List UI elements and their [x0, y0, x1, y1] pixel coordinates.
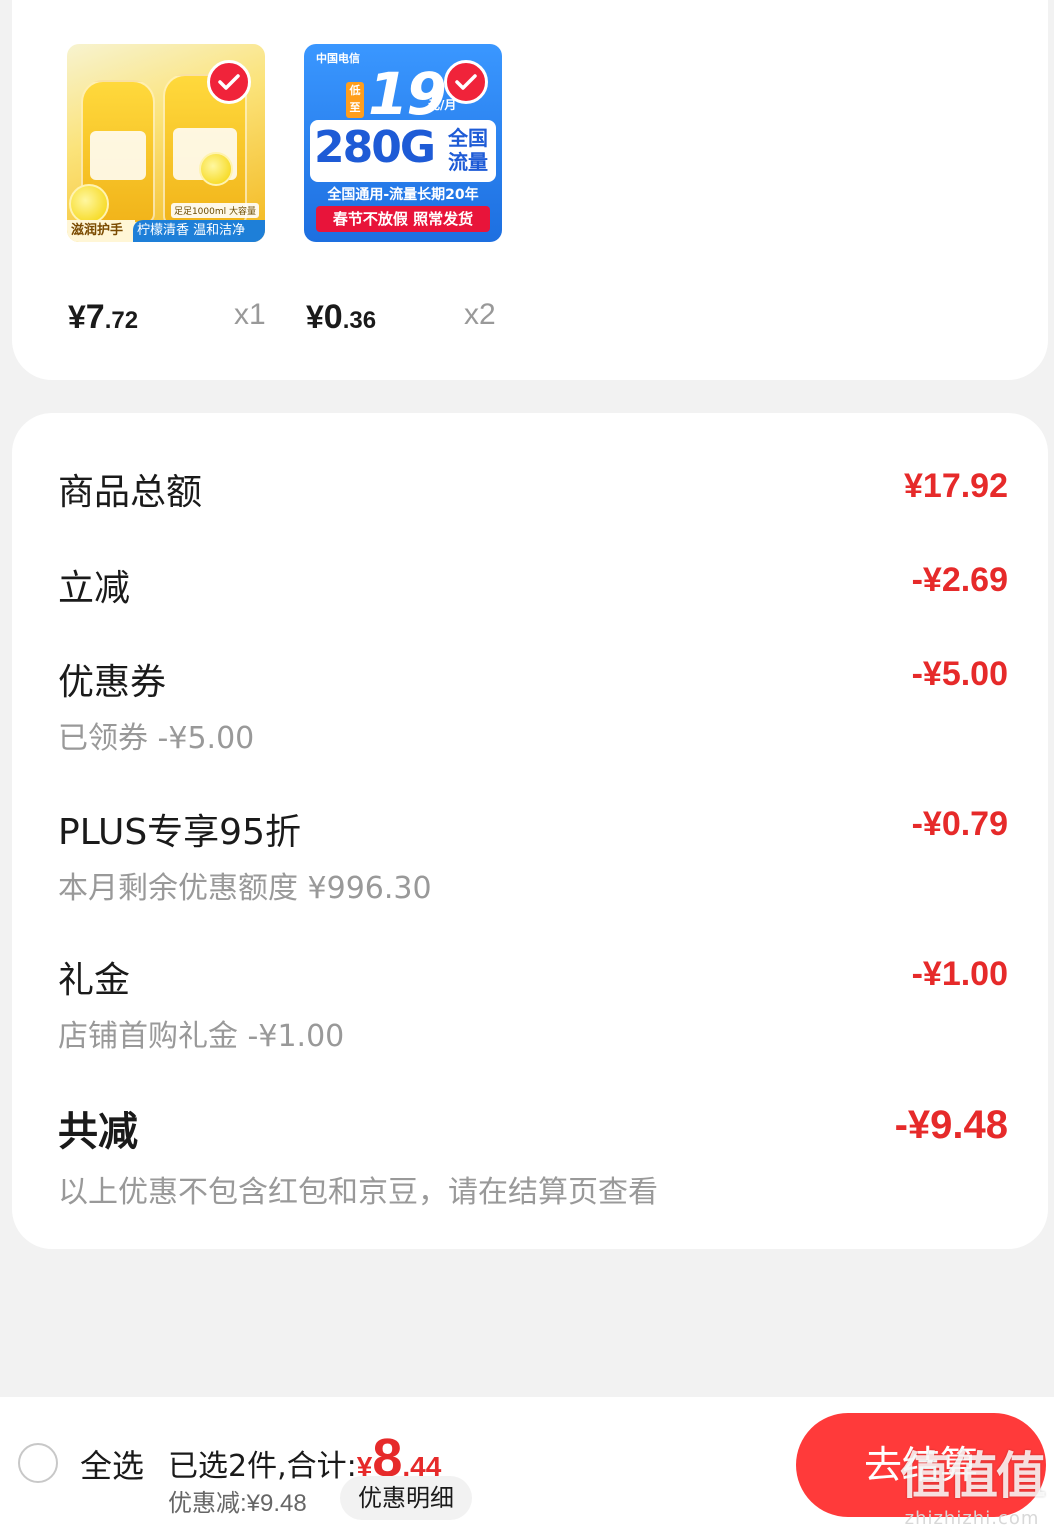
selected-products-card: 足足1000ml 大容量 滋润护手 柠檬清香 温和洁净 中国电信 低至 19 元…	[12, 0, 1048, 380]
product-price: ¥7.72	[68, 298, 139, 336]
discount-detail-button[interactable]: 优惠明细	[340, 1476, 472, 1520]
checkmark-icon[interactable]	[207, 60, 251, 104]
lemon-scent-tag: 柠檬清香 温和洁净	[133, 220, 265, 242]
price-summary-card: 商品总额 ¥17.92 立减 -¥2.69 优惠券 -¥5.00 已领券 -¥5…	[12, 413, 1048, 1249]
data-amount: 280G	[314, 122, 436, 173]
promo-line: 全国通用-流量长期20年	[327, 187, 479, 203]
data-label: 全国流量	[448, 126, 488, 174]
lemon-image	[69, 184, 109, 224]
select-all-label[interactable]: 全选	[80, 1441, 144, 1487]
monthly-price: 19	[368, 60, 447, 128]
plus-discount-amount: -¥0.79	[911, 805, 1008, 843]
shipping-banner: 春节不放假 照常发货	[316, 206, 490, 232]
capacity-tag: 足足1000ml 大容量	[170, 203, 259, 218]
checkmark-icon[interactable]	[444, 60, 488, 104]
total-off-amount: -¥9.48	[894, 1103, 1008, 1147]
goods-total-amount: ¥17.92	[904, 467, 1008, 505]
coupon-label: 优惠券	[58, 662, 167, 703]
coupon-amount: -¥5.00	[911, 655, 1008, 693]
product-quantity: x1	[234, 298, 266, 331]
selected-count-text: 已选2件,合计:	[168, 1449, 357, 1484]
product-thumbnail-sim-card[interactable]: 中国电信 低至 19 元/月 280G 全国流量 全国通用-流量长期20年 春节…	[304, 44, 502, 242]
instant-off-label: 立减	[58, 568, 131, 609]
plus-discount-sub: 本月剩余优惠额度 ¥996.30	[58, 871, 432, 906]
gift-sub: 店铺首购礼金 -¥1.00	[58, 1019, 345, 1054]
low-price-tag: 低至	[346, 82, 364, 118]
total-off-label: 共减	[58, 1109, 138, 1155]
product-thumbnail-hand-wash[interactable]: 足足1000ml 大容量 滋润护手 柠檬清香 温和洁净	[67, 44, 265, 242]
discount-text: 优惠减:¥9.48	[168, 1490, 307, 1517]
telecom-brand-label: 中国电信	[316, 52, 360, 65]
data-plan-box: 280G 全国流量	[310, 120, 496, 182]
coupon-sub: 已领券 -¥5.00	[58, 721, 255, 756]
lemon-image	[199, 152, 233, 186]
watermark: 值值值 zhizhizhi.com	[900, 1436, 1046, 1529]
moisturize-tag: 滋润护手	[67, 220, 135, 242]
product-price: ¥0.36	[306, 298, 377, 336]
watermark-text: zhizhizhi.com	[904, 1508, 1040, 1529]
gift-amount: -¥1.00	[911, 955, 1008, 993]
gift-label: 礼金	[58, 960, 131, 1001]
checkout-bar: 全选 已选2件,合计:¥8.44 优惠减:¥9.48 优惠明细 去结算 值值值 …	[0, 1397, 1054, 1537]
goods-total-label: 商品总额	[58, 472, 203, 513]
instant-off-amount: -¥2.69	[911, 561, 1008, 599]
plus-discount-label: PLUS专享95折	[58, 812, 301, 853]
select-all-radio[interactable]	[18, 1443, 58, 1483]
product-quantity: x2	[464, 298, 496, 331]
total-off-note: 以上优惠不包含红包和京豆，请在结算页查看	[58, 1175, 658, 1210]
watermark-logo: 值值值	[900, 1447, 1046, 1505]
